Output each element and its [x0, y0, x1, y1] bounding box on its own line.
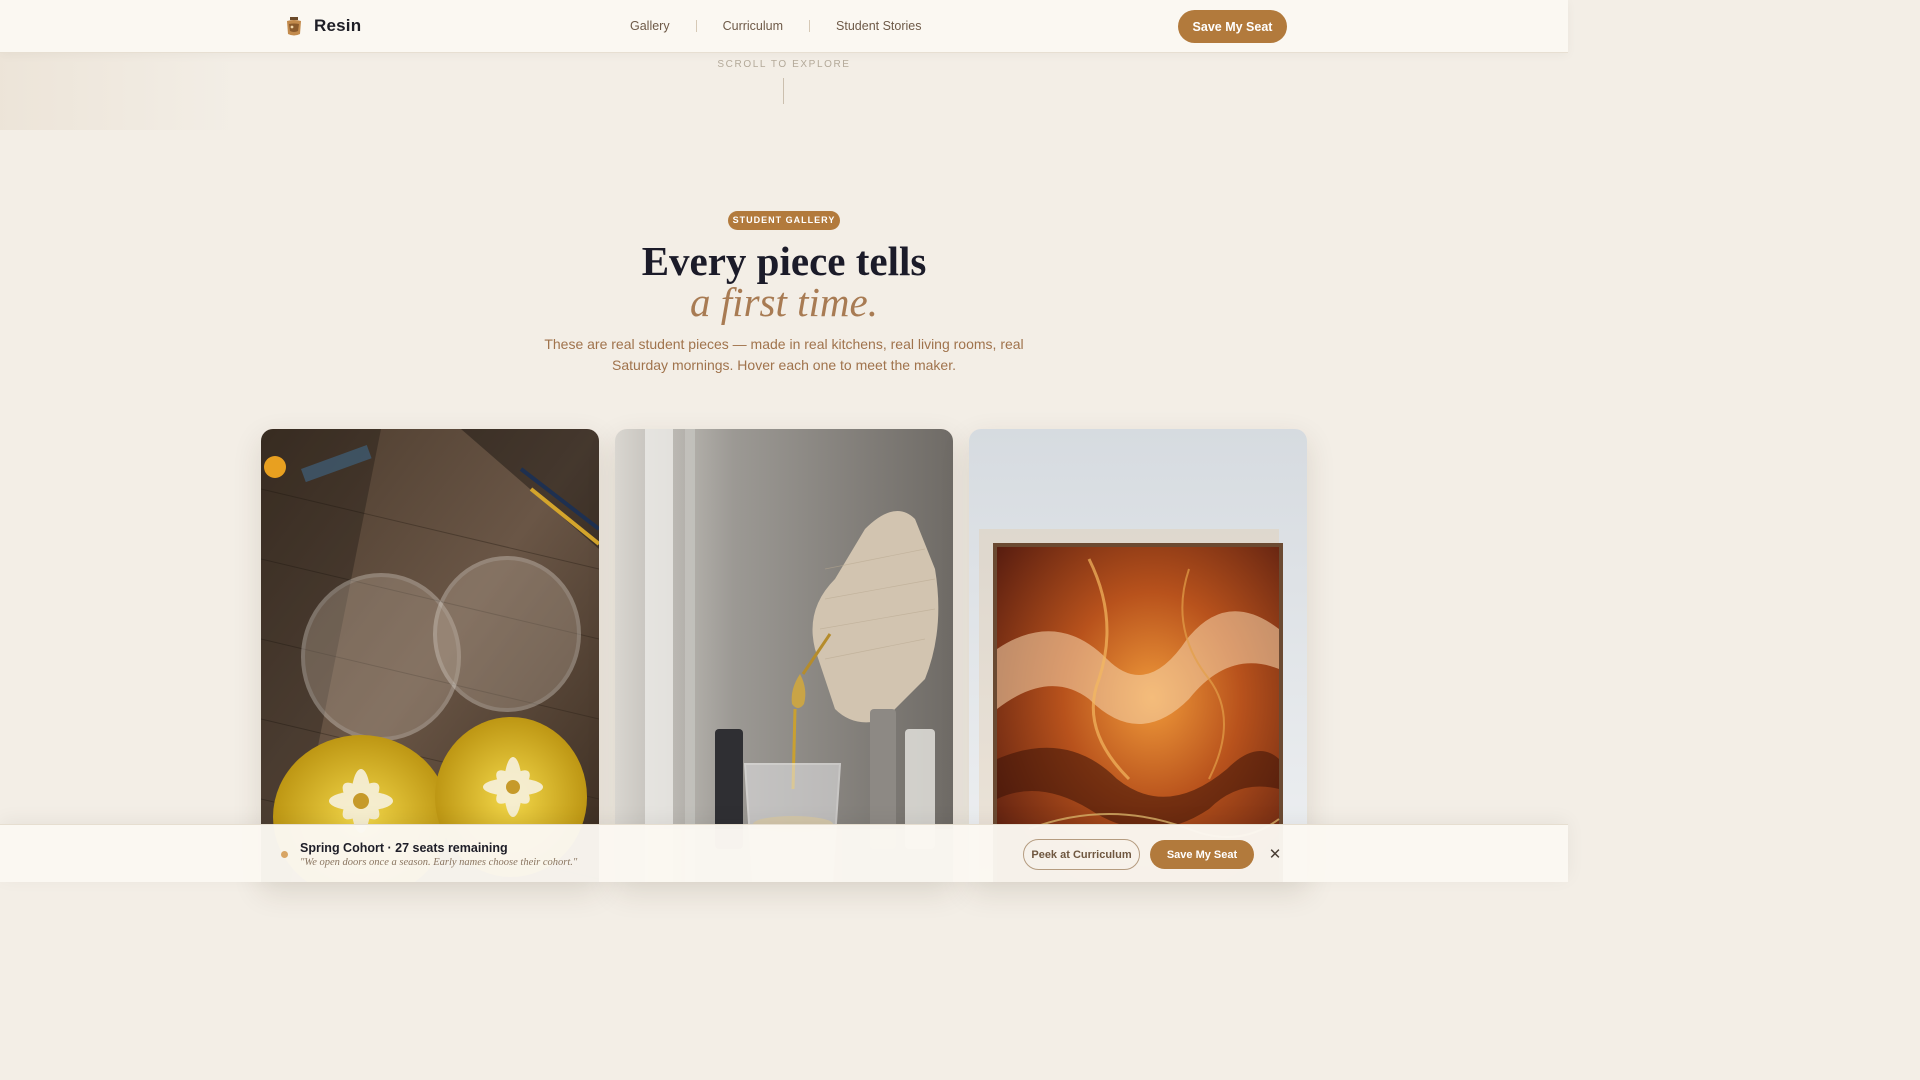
- nav-divider: [809, 20, 811, 32]
- resin-drop-logo-icon: [287, 17, 301, 36]
- main-nav: Gallery Curriculum Student Stories: [618, 0, 934, 52]
- gloved-hand-pouring-image: [615, 429, 953, 882]
- nav-item-gallery[interactable]: Gallery: [618, 19, 682, 33]
- brand[interactable]: Resin: [284, 15, 361, 37]
- cohort-title: Spring Cohort · 27 seats remaining: [300, 841, 508, 855]
- framed-resin-art-image: [969, 429, 1307, 882]
- save-my-seat-button-bottom[interactable]: Save My Seat: [1150, 840, 1254, 869]
- site-header: Resin Gallery Curriculum Student Stories…: [0, 0, 1568, 53]
- section-badge: STUDENT GALLERY: [728, 211, 840, 230]
- save-my-seat-button[interactable]: Save My Seat: [1178, 10, 1287, 43]
- nav-item-curriculum[interactable]: Curriculum: [711, 19, 795, 33]
- brand-name: Resin: [314, 16, 362, 35]
- nav-divider: [695, 20, 697, 32]
- page-title-accent: a first time.: [690, 279, 878, 325]
- close-icon[interactable]: ✕: [1266, 845, 1284, 863]
- scroll-hint: SCROLL TO EXPLORE: [717, 59, 851, 70]
- section-description: These are real student pieces — made in …: [544, 336, 1024, 373]
- nav-item-student-stories[interactable]: Student Stories: [824, 19, 933, 33]
- status-dot: [281, 851, 288, 858]
- gallery-card-coasters[interactable]: [261, 429, 599, 882]
- page-title: Every piece tells: [641, 238, 927, 284]
- peek-at-curriculum-button[interactable]: Peek at Curriculum: [1023, 839, 1140, 870]
- scroll-indicator-line: [783, 78, 784, 104]
- gallery-card-framed-art[interactable]: [969, 429, 1307, 882]
- cohort-bottom-bar: Spring Cohort · 27 seats remaining "We o…: [0, 824, 1568, 882]
- cohort-quote: "We open doors once a season. Early name…: [300, 857, 578, 868]
- gallery-card-pouring[interactable]: [615, 429, 953, 882]
- resin-coasters-image: [261, 429, 599, 882]
